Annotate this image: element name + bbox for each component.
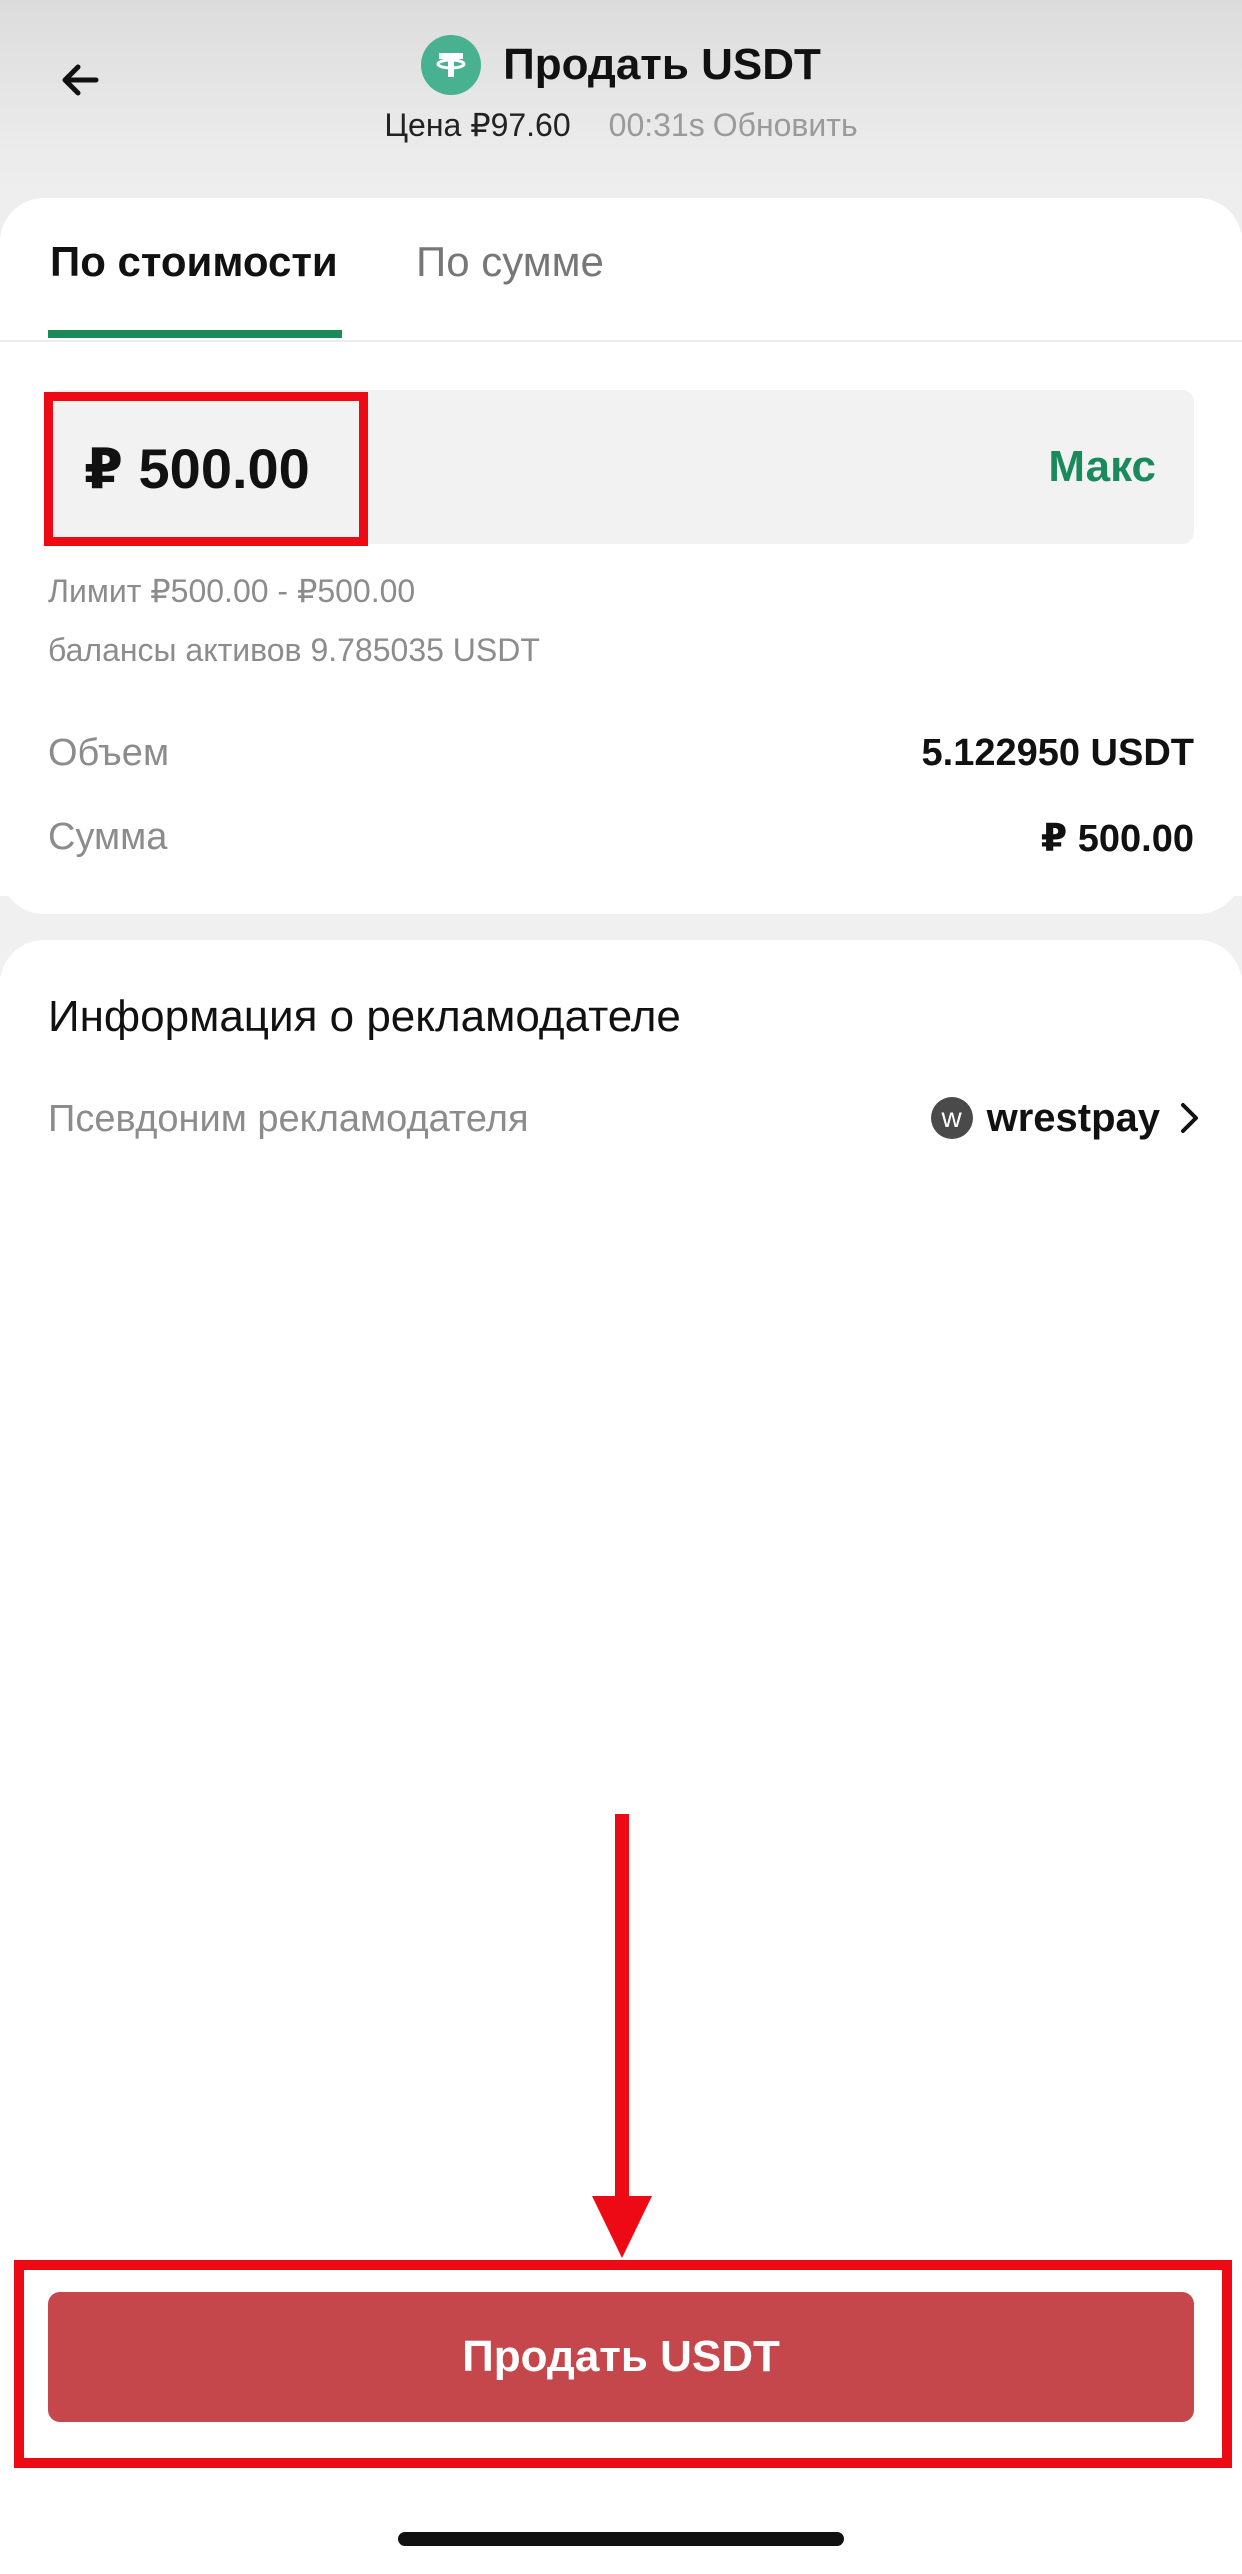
home-indicator xyxy=(398,2532,844,2546)
annotation-highlight-button xyxy=(14,2260,1232,2468)
advertiser-name: wrestpay xyxy=(986,1095,1160,1140)
chevron-right-icon xyxy=(1181,1103,1198,1133)
order-card: По стоимости По сумме ₽ 500.00 Макс Лими… xyxy=(0,198,1242,914)
price-text: Цена ₽97.60 xyxy=(384,107,571,143)
advertiser-link[interactable]: w wrestpay xyxy=(930,1088,1202,1148)
active-tab-indicator xyxy=(48,330,342,338)
tether-icon xyxy=(421,35,482,95)
annotation-highlight-amount xyxy=(44,392,368,546)
annotation-arrow-head xyxy=(592,2196,652,2258)
balance-text: балансы активов 9.785035 USDT xyxy=(48,632,540,668)
sum-label: Сумма xyxy=(48,816,168,858)
tab-by-amount[interactable]: По сумме xyxy=(416,238,604,286)
volume-value: 5.122950 USDT xyxy=(921,732,1195,774)
page-title: Продать USDT xyxy=(503,40,821,89)
volume-label: Объем xyxy=(48,732,170,774)
sum-value: ₽ 500.00 xyxy=(1040,818,1194,860)
page-title-row: Продать USDT xyxy=(0,30,1242,100)
refresh-link[interactable]: Обновить xyxy=(713,107,858,144)
price-row: Цена ₽97.60 00:31s Обновить xyxy=(0,100,1242,150)
tab-bar: По стоимости По сумме xyxy=(0,198,1242,342)
advertiser-heading: Информация о рекламодателе xyxy=(48,992,681,1041)
advertiser-nickname-label: Псевдоним рекламодателя xyxy=(48,1098,529,1140)
limit-text: Лимит ₽500.00 - ₽500.00 xyxy=(48,573,416,609)
max-button[interactable]: Макс xyxy=(1048,442,1156,492)
annotation-arrow xyxy=(615,1814,629,2204)
refresh-timer: 00:31s xyxy=(608,106,705,143)
advertiser-avatar: w xyxy=(930,1097,973,1139)
tab-by-price[interactable]: По стоимости xyxy=(50,238,338,286)
